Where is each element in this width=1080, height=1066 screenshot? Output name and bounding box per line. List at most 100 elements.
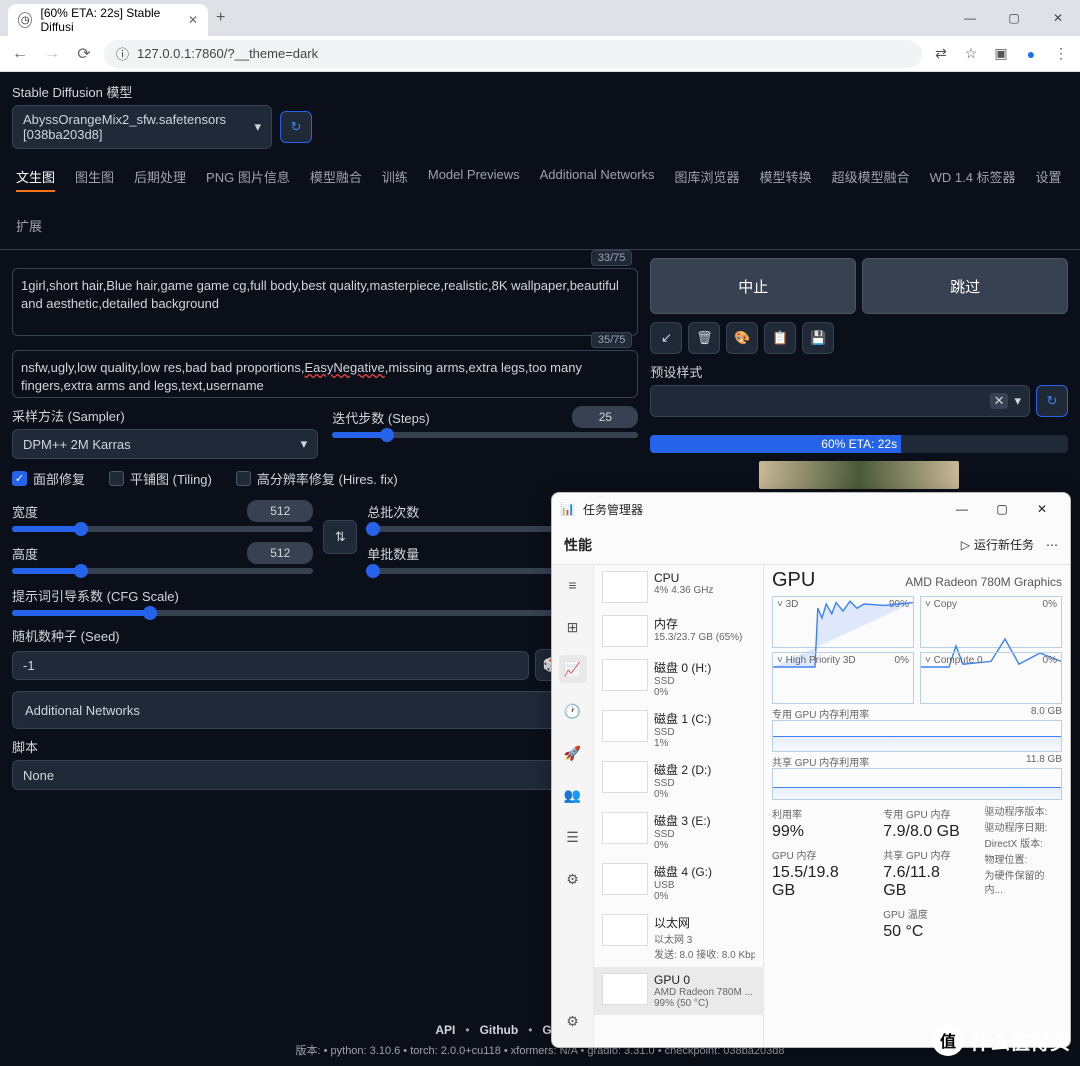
- preset-dropdown[interactable]: ✕ ▾: [650, 385, 1030, 417]
- details-icon[interactable]: ☰: [559, 823, 587, 851]
- tab-13[interactable]: 扩展: [16, 212, 42, 239]
- performance-icon[interactable]: 📈: [559, 655, 587, 683]
- skip-button[interactable]: 跳过: [862, 258, 1068, 314]
- tab-2[interactable]: 后期处理: [134, 163, 186, 192]
- close-window-button[interactable]: ✕: [1036, 0, 1080, 36]
- tab-1[interactable]: 图生图: [75, 163, 114, 192]
- tm-more-button[interactable]: ⋯: [1046, 538, 1058, 552]
- gpu-compute-chart: ˅ Compute 00%: [920, 652, 1062, 704]
- tm-item-8[interactable]: GPU 0AMD Radeon 780M ...99% (50 °C): [594, 967, 763, 1015]
- tm-thumb: [602, 863, 648, 895]
- processes-icon[interactable]: ⊞: [559, 613, 587, 641]
- footer-link-Github[interactable]: Github: [480, 1023, 519, 1037]
- profile-icon[interactable]: ●: [1020, 46, 1042, 62]
- arrow-tool-button[interactable]: ↙: [650, 322, 682, 354]
- ded-label: 专用 GPU 内存: [883, 806, 966, 821]
- tm-item-4[interactable]: 磁盘 2 (D:)SSD0%: [594, 755, 763, 806]
- neg-prompt-counter: 35/75: [591, 332, 633, 348]
- height-value[interactable]: 512: [247, 542, 313, 564]
- tm-minimize-button[interactable]: —: [942, 502, 982, 516]
- menu-icon[interactable]: ≡: [559, 571, 587, 599]
- extensions-icon[interactable]: ▣: [990, 45, 1012, 62]
- reload-button[interactable]: ⟳: [72, 44, 96, 64]
- steps-value[interactable]: 25: [572, 406, 638, 428]
- tm-run-task-button[interactable]: ▷ 运行新任务: [961, 536, 1034, 553]
- url-input[interactable]: ⓘ 127.0.0.1:7860/?__theme=dark: [104, 40, 922, 68]
- height-slider[interactable]: [12, 568, 313, 574]
- sampler-value: DPM++ 2M Karras: [23, 437, 131, 452]
- browser-tab[interactable]: ◷ [60% ETA: 22s] Stable Diffusi ✕: [8, 4, 208, 36]
- tab-7[interactable]: Additional Networks: [540, 163, 655, 192]
- prompt-input[interactable]: 1girl,short hair,Blue hair,game game cg,…: [12, 268, 638, 336]
- sd-webui: Stable Diffusion 模型 AbyssOrangeMix2_sfw.…: [0, 72, 1080, 1066]
- cfg-slider[interactable]: [12, 610, 638, 616]
- startup-icon[interactable]: 🚀: [559, 739, 587, 767]
- tm-maximize-button[interactable]: ▢: [982, 502, 1022, 516]
- tm-thumb: [602, 973, 648, 1005]
- width-value[interactable]: 512: [247, 500, 313, 522]
- tm-item-6[interactable]: 磁盘 4 (G:)USB0%: [594, 857, 763, 908]
- interrupt-button[interactable]: 中止: [650, 258, 856, 314]
- tm-item-7[interactable]: 以太网以太网 3发送: 8.0 接收: 8.0 Kbp: [594, 908, 763, 967]
- script-dropdown[interactable]: None ▾: [12, 760, 638, 790]
- neg-prompt-input[interactable]: nsfw,ugly,low quality,low res,bad bad pr…: [12, 350, 638, 398]
- trash-button[interactable]: 🗑: [688, 322, 720, 354]
- tab-4[interactable]: 模型融合: [310, 163, 362, 192]
- swap-wh-button[interactable]: ⇅: [323, 520, 357, 554]
- shr-value: 7.6/11.8 GB: [883, 864, 966, 900]
- seed-input[interactable]: -1: [12, 651, 529, 680]
- site-info-icon[interactable]: ⓘ: [116, 44, 129, 63]
- refresh-preset-button[interactable]: ↻: [1036, 385, 1068, 417]
- minimize-button[interactable]: —: [948, 0, 992, 36]
- tab-11[interactable]: WD 1.4 标签器: [930, 163, 1016, 192]
- forward-button[interactable]: →: [40, 45, 64, 63]
- hires-checkbox[interactable]: 高分辨率修复 (Hires. fix): [236, 469, 398, 488]
- drv-dx: DirectX 版本:: [985, 838, 1062, 852]
- task-manager-window[interactable]: 📊 任务管理器 — ▢ ✕ 性能 ▷ 运行新任务 ⋯ ≡ ⊞ 📈 🕐 🚀 👥 ☰…: [551, 492, 1071, 1048]
- history-icon[interactable]: 🕐: [559, 697, 587, 725]
- tm-close-button[interactable]: ✕: [1022, 502, 1062, 516]
- model-dropdown[interactable]: AbyssOrangeMix2_sfw.safetensors [038ba20…: [12, 105, 272, 149]
- tm-titlebar[interactable]: 📊 任务管理器 — ▢ ✕: [552, 493, 1070, 525]
- preset-label: 预设样式: [650, 362, 1068, 381]
- style-button[interactable]: 🎨: [726, 322, 758, 354]
- services-icon[interactable]: ⚙: [559, 865, 587, 893]
- tm-thumb: [602, 761, 648, 793]
- back-button[interactable]: ←: [8, 45, 32, 63]
- tm-resource-list: CPU4% 4.36 GHz内存15.3/23.7 GB (65%)磁盘 0 (…: [594, 565, 764, 1047]
- tm-item-2[interactable]: 磁盘 0 (H:)SSD0%: [594, 653, 763, 704]
- tab-10[interactable]: 超级模型融合: [832, 163, 910, 192]
- steps-slider[interactable]: [332, 432, 638, 438]
- tab-6[interactable]: Model Previews: [428, 163, 520, 192]
- bookmark-icon[interactable]: ☆: [960, 45, 982, 62]
- gcompute-label: Compute 0: [934, 655, 983, 666]
- tab-0[interactable]: 文生图: [16, 163, 55, 192]
- additional-networks-accordion[interactable]: Additional Networks ◀: [12, 691, 638, 729]
- users-icon[interactable]: 👥: [559, 781, 587, 809]
- clipboard-button[interactable]: 📋: [764, 322, 796, 354]
- ghp3d-pct: 0%: [895, 655, 909, 666]
- settings-icon[interactable]: ⚙: [559, 1007, 587, 1035]
- tab-3[interactable]: PNG 图片信息: [206, 163, 290, 192]
- tab-8[interactable]: 图库浏览器: [675, 163, 740, 192]
- face-restore-checkbox[interactable]: ✓面部修复: [12, 469, 85, 488]
- clear-icon[interactable]: ✕: [990, 393, 1009, 409]
- width-slider[interactable]: [12, 526, 313, 532]
- tm-item-0[interactable]: CPU4% 4.36 GHz: [594, 565, 763, 609]
- new-tab-button[interactable]: +: [216, 9, 225, 27]
- refresh-model-button[interactable]: ↻: [280, 111, 312, 143]
- menu-icon[interactable]: ⋮: [1050, 45, 1072, 62]
- tab-9[interactable]: 模型转换: [760, 163, 812, 192]
- tm-item-1[interactable]: 内存15.3/23.7 GB (65%): [594, 609, 763, 653]
- sampler-dropdown[interactable]: DPM++ 2M Karras ▾: [12, 429, 318, 459]
- maximize-button[interactable]: ▢: [992, 0, 1036, 36]
- save-button[interactable]: 💾: [802, 322, 834, 354]
- tab-12[interactable]: 设置: [1036, 163, 1062, 192]
- translate-icon[interactable]: ⇄: [930, 45, 952, 62]
- tm-item-5[interactable]: 磁盘 3 (E:)SSD0%: [594, 806, 763, 857]
- close-tab-icon[interactable]: ✕: [188, 13, 198, 27]
- tm-item-3[interactable]: 磁盘 1 (C:)SSD1%: [594, 704, 763, 755]
- tab-5[interactable]: 训练: [382, 163, 408, 192]
- tiling-checkbox[interactable]: 平铺图 (Tiling): [109, 469, 212, 488]
- footer-link-API[interactable]: API: [435, 1023, 455, 1037]
